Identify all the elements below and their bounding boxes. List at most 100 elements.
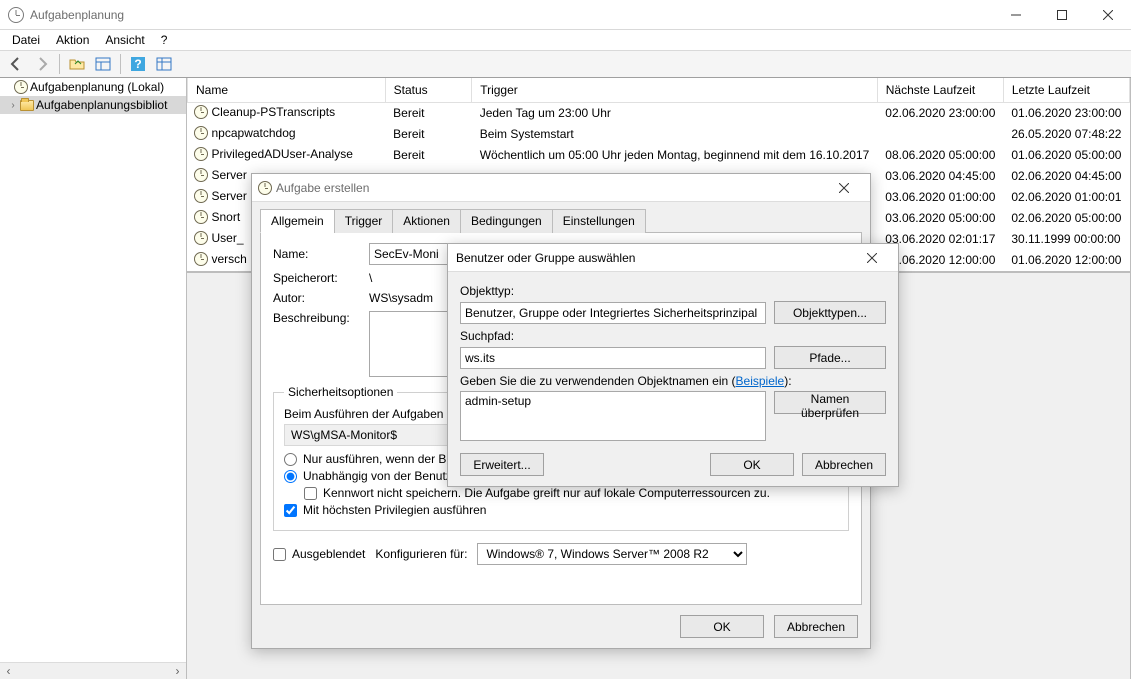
- task-next: 03.06.2020 05:00:00: [877, 208, 1003, 229]
- table-row[interactable]: npcapwatchdogBereitBeim Systemstart26.05…: [188, 124, 1130, 145]
- col-name[interactable]: Name: [188, 78, 386, 102]
- path-label: Suchpfad:: [460, 329, 886, 343]
- chk-hidden[interactable]: Ausgeblendet: [273, 547, 365, 561]
- tab-actions[interactable]: Aktionen: [392, 209, 461, 233]
- tree-library-label: Aufgabenplanungsbibliot: [36, 98, 167, 112]
- menu-view[interactable]: Ansicht: [99, 31, 150, 49]
- chk-highest[interactable]: Mit höchsten Privilegien ausführen: [284, 503, 838, 517]
- chk-nopassword[interactable]: Kennwort nicht speichern. Die Aufgabe gr…: [304, 486, 838, 500]
- app-icon: [8, 7, 24, 23]
- close-icon[interactable]: [824, 174, 864, 202]
- scroll-left-icon[interactable]: ‹: [0, 664, 17, 678]
- object-name-field[interactable]: admin-setup: [460, 391, 766, 441]
- window-title: Aufgabenplanung: [30, 8, 124, 22]
- task-trigger: Jeden Tag um 23:00 Uhr: [472, 102, 878, 124]
- advanced-button[interactable]: Erweitert...: [460, 453, 544, 476]
- task-trigger: Beim Systemstart: [472, 124, 878, 145]
- cancel-button[interactable]: Abbrechen: [774, 615, 858, 638]
- clock-icon: [194, 189, 208, 203]
- col-next[interactable]: Nächste Laufzeit: [877, 78, 1003, 102]
- tab-strip: Allgemein Trigger Aktionen Bedingungen E…: [260, 208, 862, 233]
- configfor-select[interactable]: Windows® 7, Windows Server™ 2008 R2: [477, 543, 747, 565]
- enter-label: Geben Sie die zu verwendenden Objektname…: [460, 374, 886, 388]
- task-name: Cleanup-PSTranscripts: [212, 105, 336, 119]
- toolbar: ?: [0, 50, 1131, 78]
- expand-icon[interactable]: ›: [8, 100, 18, 111]
- path-field: [460, 347, 766, 369]
- task-last: 01.06.2020 12:00:00: [1003, 250, 1129, 271]
- task-status: Bereit: [385, 124, 472, 145]
- tree-library[interactable]: › Aufgabenplanungsbibliot: [0, 96, 186, 114]
- menu-help[interactable]: ?: [155, 31, 174, 49]
- task-status: Bereit: [385, 102, 472, 124]
- select-user-dialog: Benutzer oder Gruppe auswählen Objekttyp…: [447, 243, 899, 487]
- list-icon[interactable]: [152, 53, 176, 75]
- task-last: 02.06.2020 05:00:00: [1003, 208, 1129, 229]
- ok-button[interactable]: OK: [710, 453, 794, 476]
- close-icon[interactable]: [852, 244, 892, 272]
- tab-settings[interactable]: Einstellungen: [552, 209, 646, 233]
- task-name: Server: [212, 168, 247, 182]
- check-names-button[interactable]: Namen überprüfen: [774, 391, 886, 414]
- menu-file[interactable]: Datei: [6, 31, 46, 49]
- close-button[interactable]: [1085, 0, 1131, 30]
- col-last[interactable]: Letzte Laufzeit: [1003, 78, 1129, 102]
- open-folder-icon[interactable]: [65, 53, 89, 75]
- objtype-label: Objekttyp:: [460, 284, 886, 298]
- back-button[interactable]: [4, 53, 28, 75]
- objtypes-button[interactable]: Objekttypen...: [774, 301, 886, 324]
- menu-bar: Datei Aktion Ansicht ?: [0, 30, 1131, 50]
- task-next: [877, 124, 1003, 145]
- tree-scrollbar[interactable]: ‹ ›: [0, 662, 186, 679]
- clock-icon: [194, 126, 208, 140]
- paths-button[interactable]: Pfade...: [774, 346, 886, 369]
- clock-icon: [194, 252, 208, 266]
- tree-panel: Aufgabenplanung (Lokal) › Aufgabenplanun…: [0, 78, 187, 679]
- task-last: 02.06.2020 04:45:00: [1003, 166, 1129, 187]
- dialog-titlebar[interactable]: Benutzer oder Gruppe auswählen: [448, 244, 898, 272]
- location-value: \: [369, 271, 372, 285]
- scroll-right-icon[interactable]: ›: [169, 664, 186, 678]
- task-next: 02.06.2020 23:00:00: [877, 102, 1003, 124]
- maximize-button[interactable]: [1039, 0, 1085, 30]
- dialog-title: Benutzer oder Gruppe auswählen: [456, 251, 635, 265]
- configfor-label: Konfigurieren für:: [375, 547, 467, 561]
- col-status[interactable]: Status: [385, 78, 472, 102]
- table-row[interactable]: PrivilegedADUser-AnalyseBereitWöchentlic…: [188, 145, 1130, 166]
- table-row[interactable]: Cleanup-PSTranscripts BereitJeden Tag um …: [188, 102, 1130, 124]
- panels-icon[interactable]: [91, 53, 115, 75]
- task-name: PrivilegedADUser-Analyse: [212, 147, 353, 161]
- tree-root[interactable]: Aufgabenplanung (Lokal): [0, 78, 186, 96]
- cancel-button[interactable]: Abbrechen: [802, 453, 886, 476]
- dialog-titlebar[interactable]: Aufgabe erstellen: [252, 174, 870, 202]
- task-last: 02.06.2020 01:00:01: [1003, 187, 1129, 208]
- task-status: Bereit: [385, 145, 472, 166]
- minimize-button[interactable]: [993, 0, 1039, 30]
- col-trigger[interactable]: Trigger: [472, 78, 878, 102]
- window-titlebar: Aufgabenplanung: [0, 0, 1131, 30]
- help-icon[interactable]: ?: [126, 53, 150, 75]
- svg-text:?: ?: [134, 57, 141, 71]
- clock-icon: [194, 168, 208, 182]
- folder-icon: [20, 100, 34, 111]
- menu-action[interactable]: Aktion: [50, 31, 95, 49]
- clock-icon: [194, 147, 208, 161]
- forward-button[interactable]: [30, 53, 54, 75]
- ok-button[interactable]: OK: [680, 615, 764, 638]
- tab-trigger[interactable]: Trigger: [334, 209, 394, 233]
- clock-icon: [194, 231, 208, 245]
- clock-icon: [194, 210, 208, 224]
- examples-link[interactable]: Beispiele: [736, 374, 785, 388]
- task-name: npcapwatchdog: [212, 126, 296, 140]
- task-name: Server: [212, 189, 247, 203]
- task-last: 01.06.2020 23:00:00: [1003, 102, 1129, 124]
- clock-icon: [14, 80, 28, 94]
- task-next: 08.06.2020 05:00:00: [877, 145, 1003, 166]
- task-next: 03.06.2020 04:45:00: [877, 166, 1003, 187]
- task-last: 01.06.2020 05:00:00: [1003, 145, 1129, 166]
- label-author: Autor:: [273, 291, 361, 305]
- task-name: Snort: [212, 210, 241, 224]
- task-last: 30.11.1999 00:00:00: [1003, 229, 1129, 250]
- tab-conditions[interactable]: Bedingungen: [460, 209, 553, 233]
- tab-general[interactable]: Allgemein: [260, 209, 335, 233]
